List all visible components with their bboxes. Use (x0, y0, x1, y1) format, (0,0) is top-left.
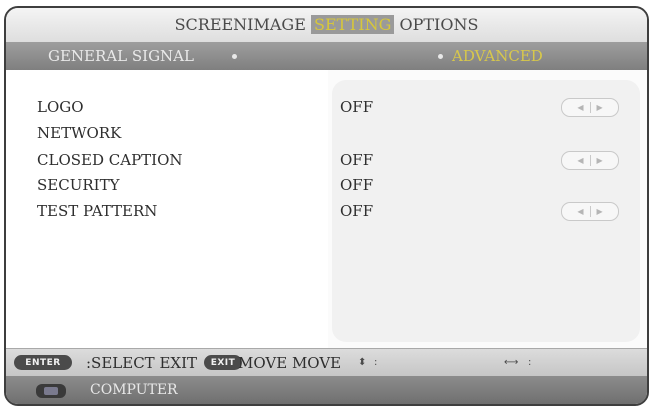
setting-label: NETWORK (37, 124, 122, 142)
value-stepper[interactable]: ◀ ▶ (561, 98, 619, 117)
subtab-general-signal[interactable]: GENERAL SIGNAL (48, 47, 194, 65)
colon-text: : (374, 357, 378, 368)
setting-row-closed-caption[interactable]: CLOSED CAPTION OFF ◀ ▶ (6, 151, 647, 177)
setting-label: TEST PATTERN (37, 202, 158, 220)
subtab-advanced[interactable]: ADVANCED (452, 47, 543, 65)
leftright-arrow-icon: ⟷ (504, 357, 519, 368)
enter-key-icon: ENTER (14, 355, 72, 370)
setting-row-logo[interactable]: LOGO OFF ◀ ▶ (6, 98, 647, 124)
arrow-left-icon[interactable]: ◀ (577, 103, 583, 112)
arrow-right-icon[interactable]: ▶ (597, 156, 603, 165)
arrow-left-icon[interactable]: ◀ (577, 156, 583, 165)
move-hint: MOVE MOVE (238, 354, 342, 372)
setting-value: OFF (340, 151, 374, 169)
computer-icon (36, 384, 66, 398)
exit-key-icon: EXIT (204, 355, 242, 370)
arrow-right-icon[interactable]: ▶ (597, 103, 603, 112)
main-tab-bar: SCREENIMAGE SETTING OPTIONS (6, 8, 647, 42)
tab-image[interactable]: IMAGE (247, 15, 306, 34)
osd-menu: SCREENIMAGE SETTING OPTIONS GENERAL SIGN… (4, 6, 649, 406)
tab-screen[interactable]: SCREEN (175, 15, 248, 34)
setting-value: OFF (340, 176, 374, 194)
subtab-bullet-icon (438, 54, 443, 59)
setting-value: OFF (340, 202, 374, 220)
value-stepper[interactable]: ◀ ▶ (561, 202, 619, 221)
tab-setting[interactable]: SETTING (310, 15, 395, 34)
input-source-label: COMPUTER (90, 382, 178, 398)
setting-row-security[interactable]: SECURITY OFF (6, 176, 647, 202)
arrow-right-icon[interactable]: ▶ (597, 207, 603, 216)
key-hint-bar: ENTER :SELECT EXIT EXIT MOVE MOVE ⬍ : ⟷ … (6, 348, 647, 377)
input-source-bar: COMPUTER (6, 376, 647, 404)
select-exit-hint: :SELECT EXIT (86, 354, 197, 372)
setting-label: CLOSED CAPTION (37, 151, 183, 169)
setting-row-network[interactable]: NETWORK (6, 124, 647, 150)
setting-label: SECURITY (37, 176, 120, 194)
subtab-bullet-icon (232, 54, 237, 59)
updown-arrow-icon: ⬍ (358, 357, 367, 368)
tab-options[interactable]: OPTIONS (399, 15, 478, 34)
colon-text: : (528, 357, 532, 368)
setting-label: LOGO (37, 98, 84, 116)
setting-row-test-pattern[interactable]: TEST PATTERN OFF ◀ ▶ (6, 202, 647, 228)
sub-tab-bar: GENERAL SIGNAL ADVANCED (6, 42, 647, 70)
setting-value: OFF (340, 98, 374, 116)
value-stepper[interactable]: ◀ ▶ (561, 151, 619, 170)
arrow-left-icon[interactable]: ◀ (577, 207, 583, 216)
